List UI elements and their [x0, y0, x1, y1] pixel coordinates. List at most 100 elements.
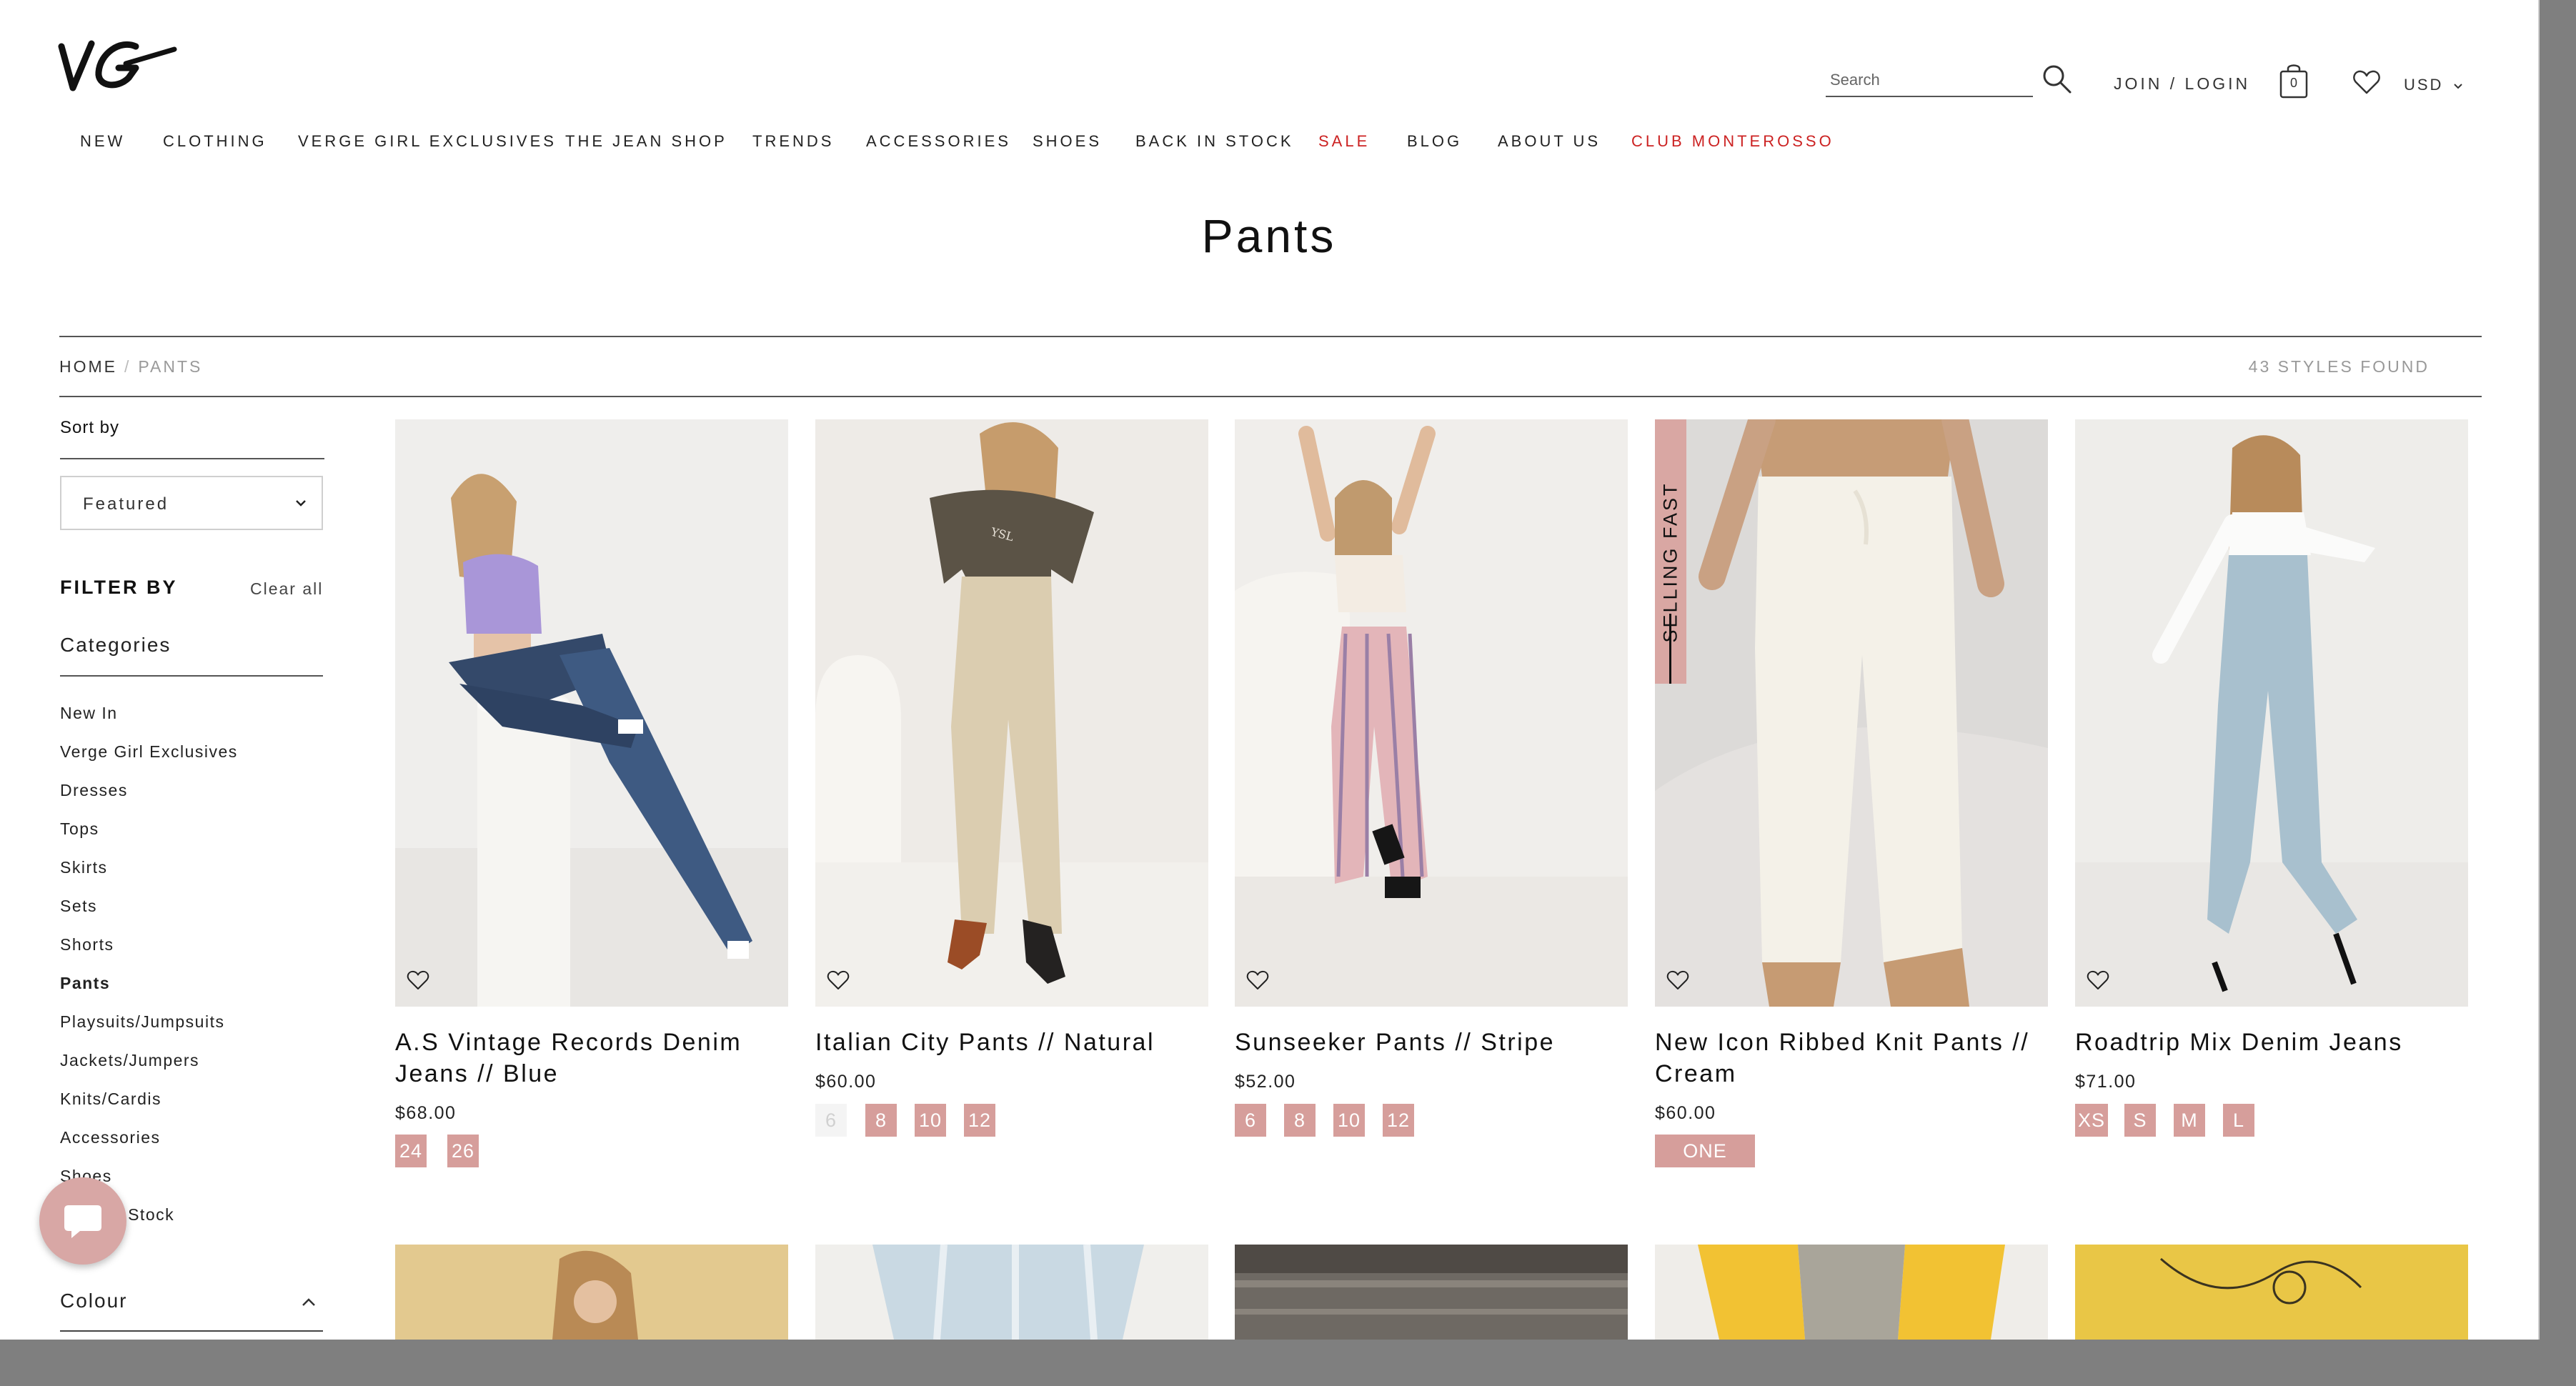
size-option[interactable]: 12: [1383, 1104, 1414, 1137]
product-price: $60.00: [815, 1072, 877, 1092]
wishlist-heart-icon[interactable]: [827, 969, 850, 991]
category-link[interactable]: Skirts: [60, 858, 108, 877]
clear-all-filters-link[interactable]: Clear all: [250, 579, 323, 599]
sort-by-label: Sort by: [60, 418, 120, 437]
size-option[interactable]: 26: [447, 1135, 479, 1167]
category-link-active[interactable]: Pants: [60, 974, 110, 993]
product-photo: [1655, 419, 2048, 1007]
shopping-bag-button[interactable]: 0: [2277, 61, 2310, 99]
category-link[interactable]: Knits/Cardis: [60, 1090, 161, 1109]
wishlist-heart-icon[interactable]: [1666, 969, 1689, 991]
wishlist-heart-icon[interactable]: [2087, 969, 2109, 991]
divider: [60, 458, 324, 459]
breadcrumb-separator: /: [124, 357, 131, 376]
product-photo: [1235, 1245, 1628, 1340]
size-option[interactable]: 6: [1235, 1104, 1266, 1137]
size-option[interactable]: 8: [1284, 1104, 1316, 1137]
breadcrumb: HOME / PANTS: [59, 357, 202, 377]
join-login-link[interactable]: JOIN / LOGIN: [2114, 74, 2250, 94]
product-image[interactable]: YSL: [815, 419, 1208, 1007]
sort-select[interactable]: Featured: [60, 476, 323, 530]
search-icon[interactable]: [2041, 63, 2072, 94]
product-photo: [2075, 1245, 2468, 1340]
size-option[interactable]: XS: [2075, 1104, 2109, 1137]
wishlist-heart-icon[interactable]: [2352, 69, 2381, 95]
categories-heading[interactable]: Categories: [60, 634, 171, 657]
size-option[interactable]: M: [2174, 1104, 2205, 1137]
size-option[interactable]: L: [2223, 1104, 2254, 1137]
search-input[interactable]: [1829, 67, 2024, 93]
product-image[interactable]: SELLING FAST: [1655, 419, 2048, 1007]
product-image[interactable]: [1235, 419, 1628, 1007]
product-price: $60.00: [1655, 1103, 1716, 1123]
breadcrumb-home[interactable]: HOME: [59, 357, 117, 376]
nav-item-blog[interactable]: BLOG: [1407, 132, 1462, 151]
divider: [59, 396, 2482, 397]
size-option-unavailable: 6: [815, 1104, 847, 1137]
category-link[interactable]: Tops: [60, 819, 99, 839]
category-link[interactable]: Verge Girl Exclusives: [60, 742, 238, 762]
chevron-down-icon: [2453, 84, 2462, 89]
product-name[interactable]: Sunseeker Pants // Stripe: [1235, 1027, 1628, 1058]
product-image[interactable]: [395, 419, 788, 1007]
product-image-partial[interactable]: [1655, 1245, 2048, 1340]
size-option[interactable]: 24: [395, 1135, 427, 1167]
product-image-partial[interactable]: [2075, 1245, 2468, 1340]
colour-filter-heading[interactable]: Colour: [60, 1290, 127, 1312]
product-name[interactable]: New Icon Ribbed Knit Pants // Cream: [1655, 1027, 2048, 1090]
search-field[interactable]: [1826, 64, 2033, 97]
product-name[interactable]: A.S Vintage Records Denim Jeans // Blue: [395, 1027, 788, 1090]
product-image-partial[interactable]: [815, 1245, 1208, 1340]
size-option[interactable]: 12: [964, 1104, 995, 1137]
category-link[interactable]: Jackets/Jumpers: [60, 1051, 199, 1070]
size-option[interactable]: S: [2124, 1104, 2156, 1137]
product-image[interactable]: [2075, 419, 2468, 1007]
category-link[interactable]: Sets: [60, 897, 97, 916]
wishlist-heart-icon[interactable]: [407, 969, 429, 991]
product-price: $52.00: [1235, 1072, 1296, 1092]
category-link[interactable]: Playsuits/Jumpsuits: [60, 1012, 224, 1032]
filter-by-label: FILTER BY: [60, 577, 178, 598]
nav-item-verge-girl-exclusives[interactable]: VERGE GIRL EXCLUSIVES: [298, 132, 557, 151]
product-image-partial[interactable]: [1235, 1245, 1628, 1340]
size-option[interactable]: 8: [865, 1104, 897, 1137]
product-photo: YSL: [815, 419, 1208, 1007]
product-price: $71.00: [2075, 1072, 2137, 1092]
nav-item-sale[interactable]: SALE: [1318, 132, 1370, 151]
product-name[interactable]: Italian City Pants // Natural: [815, 1027, 1208, 1058]
product-photo: [1235, 419, 1628, 1007]
category-link[interactable]: New In: [60, 704, 118, 723]
size-option[interactable]: ONE SIZE: [1655, 1135, 1755, 1195]
nav-item-new[interactable]: NEW: [80, 132, 125, 151]
brand-logo[interactable]: [57, 32, 179, 96]
wishlist-heart-icon[interactable]: [1246, 969, 1269, 991]
category-link[interactable]: Dresses: [60, 781, 128, 800]
nav-item-trends[interactable]: TRENDS: [752, 132, 834, 151]
nav-item-the-jean-shop[interactable]: THE JEAN SHOP: [565, 132, 727, 151]
divider: [60, 675, 323, 677]
category-link[interactable]: Accessories: [60, 1128, 160, 1147]
chat-button[interactable]: [39, 1177, 126, 1265]
product-image-partial[interactable]: [395, 1245, 788, 1340]
currency-selector[interactable]: USD: [2404, 76, 2463, 94]
currency-label: USD: [2404, 76, 2444, 94]
divider: [60, 1330, 323, 1332]
chevron-up-icon[interactable]: [300, 1295, 317, 1310]
category-link[interactable]: Shorts: [60, 935, 114, 954]
nav-item-accessories[interactable]: ACCESSORIES: [866, 132, 1011, 151]
product-photo: [395, 419, 788, 1007]
product-photo: [2075, 419, 2468, 1007]
nav-item-back-in-stock[interactable]: BACK IN STOCK: [1135, 132, 1294, 151]
nav-item-about-us[interactable]: ABOUT US: [1498, 132, 1601, 151]
product-photo: [395, 1245, 788, 1340]
nav-item-club-monterosso[interactable]: CLUB MONTEROSSO: [1631, 132, 1834, 151]
nav-item-shoes[interactable]: SHOES: [1033, 132, 1102, 151]
breadcrumb-current: PANTS: [138, 357, 203, 376]
nav-item-clothing[interactable]: CLOTHING: [163, 132, 267, 151]
product-price: $68.00: [395, 1103, 457, 1123]
size-option[interactable]: 10: [1333, 1104, 1365, 1137]
styles-found-count: 43 STYLES FOUND: [2248, 357, 2430, 376]
product-name[interactable]: Roadtrip Mix Denim Jeans: [2075, 1027, 2468, 1058]
product-photo: [815, 1245, 1208, 1340]
size-option[interactable]: 10: [915, 1104, 946, 1137]
